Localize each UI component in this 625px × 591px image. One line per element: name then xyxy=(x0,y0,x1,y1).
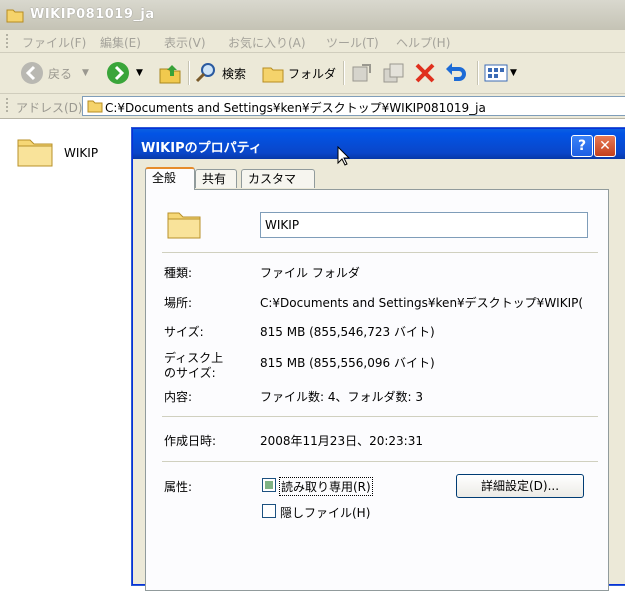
folder-icon xyxy=(166,208,202,243)
close-button[interactable]: ✕ xyxy=(594,135,616,157)
chevron-down-icon: ▼ xyxy=(136,68,143,78)
forward-button[interactable]: ▼ xyxy=(106,53,143,93)
menu-edit[interactable]: 編集(E) xyxy=(100,34,141,51)
toolbar-separator xyxy=(188,61,190,85)
forward-arrow-icon xyxy=(107,62,129,84)
explorer-titlebar: WIKIP081019_ja xyxy=(0,0,625,31)
readonly-label[interactable]: 読み取り専用(R) xyxy=(279,477,373,496)
folder-icon xyxy=(87,99,103,116)
tab-customize[interactable]: カスタマイズ xyxy=(241,169,315,204)
folder-name-input[interactable]: WIKIP xyxy=(260,212,588,238)
dialog-title: WIKIPのプロパティ xyxy=(141,141,262,156)
mouse-cursor-icon xyxy=(337,145,351,169)
search-button[interactable]: 検索 xyxy=(194,53,246,93)
folders-button[interactable]: フォルダ xyxy=(262,53,336,93)
attributes-label: 属性: xyxy=(164,480,193,494)
back-button[interactable]: 戻る ▼ xyxy=(20,53,89,93)
location-label: 場所: xyxy=(164,296,193,310)
created-label: 作成日時: xyxy=(164,434,217,448)
contents-value: ファイル数: 4、フォルダ数: 3 xyxy=(260,390,423,404)
menu-favorites[interactable]: お気に入り(A) xyxy=(228,34,306,51)
menu-file[interactable]: ファイル(F) xyxy=(22,34,86,51)
toolbar-separator xyxy=(477,61,479,85)
folder-name-value: WIKIP xyxy=(265,218,300,232)
delete-x-icon xyxy=(415,63,435,83)
grip-handle[interactable] xyxy=(6,98,8,112)
tab-sharing[interactable]: 共有 xyxy=(195,169,237,188)
folders-icon xyxy=(262,67,284,83)
advanced-button[interactable]: 詳細設定(D)... xyxy=(456,474,584,498)
menu-help[interactable]: ヘルプ(H) xyxy=(396,34,450,51)
folder-icon xyxy=(17,139,53,167)
toolbar: 戻る ▼ ▼ 検索 フォルダ ▼ xyxy=(0,53,625,94)
folder-item-wikip[interactable] xyxy=(16,134,54,171)
search-label: 検索 xyxy=(222,66,247,81)
search-icon xyxy=(195,63,215,83)
tab-general[interactable]: 全般 xyxy=(145,167,195,190)
type-value: ファイル フォルダ xyxy=(260,266,360,280)
readonly-checkbox[interactable] xyxy=(262,478,276,492)
views-button[interactable]: ▼ xyxy=(484,53,517,93)
chevron-down-icon: ▼ xyxy=(82,68,89,78)
location-value: C:¥Documents and Settings¥ken¥デスクトップ¥WIK… xyxy=(260,296,584,310)
hidden-checkbox[interactable] xyxy=(262,504,276,518)
address-bar: アドレス(D) C:¥Documents and Settings¥ken¥デス… xyxy=(0,94,625,119)
move-to-icon xyxy=(352,64,371,82)
delete-button[interactable] xyxy=(414,53,436,93)
folders-label: フォルダ xyxy=(288,66,337,81)
divider xyxy=(162,461,598,462)
address-input[interactable]: C:¥Documents and Settings¥ken¥デスクトップ¥WIK… xyxy=(82,96,625,116)
undo-button[interactable] xyxy=(444,53,468,93)
type-label: 種類: xyxy=(164,266,193,280)
size-on-disk-label-line2: のサイズ: xyxy=(164,366,216,380)
back-label: 戻る xyxy=(48,66,73,81)
toolbar-separator xyxy=(343,61,345,85)
undo-icon xyxy=(446,63,466,81)
general-tab-panel: WIKIP 種類: ファイル フォルダ 場所: C:¥Documents and… xyxy=(145,189,609,591)
folder-item-label[interactable]: WIKIP xyxy=(64,146,98,160)
address-label: アドレス(D) xyxy=(16,101,83,115)
address-path: C:¥Documents and Settings¥ken¥デスクトップ¥WIK… xyxy=(105,101,486,115)
back-arrow-icon xyxy=(21,62,43,84)
size-label: サイズ: xyxy=(164,325,204,339)
copy-to-icon xyxy=(383,63,404,83)
folder-icon xyxy=(6,7,24,26)
menu-tools[interactable]: ツール(T) xyxy=(326,34,379,51)
divider xyxy=(162,416,598,417)
size-on-disk-value: 815 MB (855,556,096 バイト) xyxy=(260,356,435,370)
help-button[interactable]: ? xyxy=(571,135,593,157)
properties-dialog: WIKIPのプロパティ ? ✕ 全般 共有 カスタマイズ WIKIP 種類: フ… xyxy=(132,128,625,591)
copy-to-button[interactable] xyxy=(382,53,406,93)
contents-label: 内容: xyxy=(164,390,193,404)
divider xyxy=(162,252,598,253)
up-folder-icon xyxy=(159,65,181,84)
move-to-button[interactable] xyxy=(350,53,374,93)
menu-bar: ファイル(F) 編集(E) 表示(V) お気に入り(A) ツール(T) ヘルプ(… xyxy=(0,30,625,53)
dialog-titlebar[interactable]: WIKIPのプロパティ ? ✕ xyxy=(133,129,625,159)
created-value: 2008年11月23日、20:23:31 xyxy=(260,434,423,448)
menu-view[interactable]: 表示(V) xyxy=(164,34,206,51)
hidden-label[interactable]: 隠しファイル(H) xyxy=(280,504,370,521)
up-folder-button[interactable] xyxy=(158,53,182,93)
chevron-down-icon: ▼ xyxy=(510,68,517,78)
views-icon xyxy=(484,64,508,82)
grip-handle[interactable] xyxy=(6,34,10,48)
window-title: WIKIP081019_ja xyxy=(30,7,155,22)
size-value: 815 MB (855,546,723 バイト) xyxy=(260,325,435,339)
